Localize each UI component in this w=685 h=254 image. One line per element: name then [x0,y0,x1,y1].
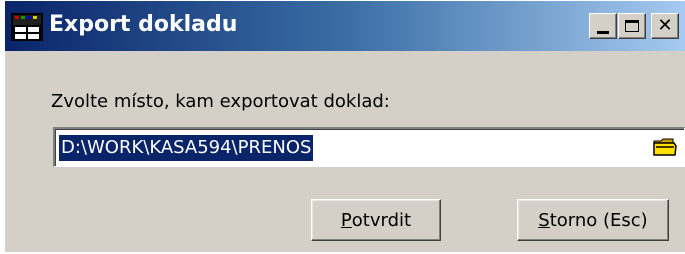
confirm-button[interactable]: Potvrdit [311,199,441,241]
cancel-button[interactable]: Storno (Esc) [517,199,669,241]
close-button[interactable]: ✕ [651,13,679,39]
export-path-input[interactable]: D:\WORK\KASA594\PRENOS [53,127,685,167]
minimize-icon [597,30,609,34]
confirm-mnemonic: P [340,209,352,231]
title-bar[interactable]: Export dokladu ✕ [5,1,685,51]
export-location-label: Zvolte místo, kam exportovat doklad: [51,91,390,112]
maximize-icon [625,20,639,32]
cancel-label: torno (Esc) [549,209,648,231]
minimize-button[interactable] [589,13,617,39]
export-path-value[interactable]: D:\WORK\KASA594\PRENOS [59,135,314,161]
folder-icon [653,138,677,156]
confirm-label: otvrdit [351,209,412,231]
maximize-button[interactable] [618,13,646,39]
close-icon: ✕ [657,15,673,36]
browse-folder-button[interactable] [652,135,678,159]
window-title: Export dokladu [49,12,238,37]
export-dialog: Export dokladu ✕ Zvolte místo, kam expor… [4,0,685,252]
cancel-mnemonic: S [538,209,550,231]
app-icon[interactable] [11,13,43,41]
